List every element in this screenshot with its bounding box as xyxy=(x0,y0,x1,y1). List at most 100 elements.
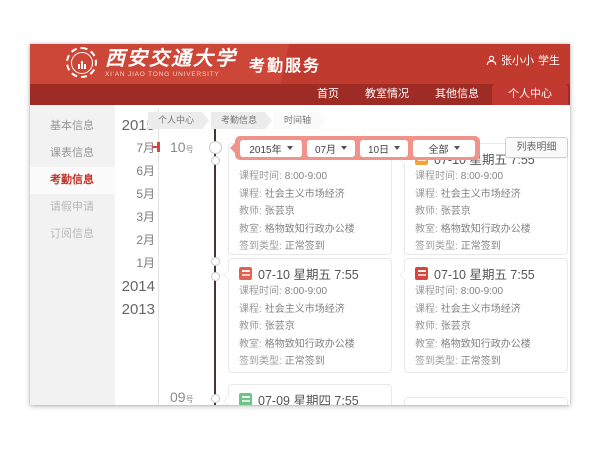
current-month-marker xyxy=(157,142,160,152)
field-value: 张芸京 xyxy=(441,206,471,217)
sidebar: 基本信息 课表信息 考勤信息 请假申请 订阅信息 xyxy=(30,105,115,405)
app-window: 西安交通大学 XI'AN JIAO TONG UNIVERSITY 考勤服务 张… xyxy=(30,44,570,405)
field-label: 教室: xyxy=(415,224,438,235)
field-value: 8:00-9:00 xyxy=(285,171,327,182)
timeline-dot xyxy=(209,141,222,154)
attendance-card[interactable]: 07-10 星期五 7:55 课程时间:8:00-9:00 课程:社会主义市场经… xyxy=(228,258,392,373)
nav-item-personal-center[interactable]: 个人中心 xyxy=(492,84,568,105)
nav-item-other-info[interactable]: 其他信息 xyxy=(422,84,492,105)
university-name: 西安交通大学 xyxy=(105,48,237,70)
field-label: 课程时间: xyxy=(415,171,458,182)
field-label: 课程时间: xyxy=(239,171,282,182)
field-label: 教师: xyxy=(239,206,262,217)
month-select[interactable]: 07月 xyxy=(307,140,355,157)
day-select[interactable]: 10日 xyxy=(360,140,408,157)
axis-month-1[interactable]: 1月 xyxy=(115,252,155,275)
field-value: 8:00-9:00 xyxy=(285,286,327,297)
field-label: 教室: xyxy=(415,339,438,350)
field-label: 课程: xyxy=(239,304,262,315)
attendance-card[interactable]: 07-09 星期四 7:55 xyxy=(228,384,392,405)
axis-month-6[interactable]: 6月 xyxy=(115,160,155,183)
field-label: 课程: xyxy=(239,189,262,200)
field-value: 社会主义市场经济 xyxy=(441,304,521,315)
field-label: 签到类型: xyxy=(239,356,282,367)
axis-year-2013[interactable]: 2013 xyxy=(115,298,155,321)
main-nav: 首页 教室情况 其他信息 个人中心 xyxy=(30,84,570,105)
field-label: 签到类型: xyxy=(239,241,282,252)
year-select[interactable]: 2015年 xyxy=(240,140,302,157)
breadcrumb-personal-center[interactable]: 个人中心 xyxy=(148,112,209,129)
field-value: 正常签到 xyxy=(461,356,501,367)
sidebar-item-subscription-info[interactable]: 订阅信息 xyxy=(30,221,115,248)
axis-month-7[interactable]: 7月 xyxy=(115,137,155,160)
timeline-dot xyxy=(211,257,220,266)
axis-divider xyxy=(158,109,159,405)
field-label: 教师: xyxy=(415,321,438,332)
field-value: 格物致知行政办公楼 xyxy=(441,224,531,235)
app-header: 西安交通大学 XI'AN JIAO TONG UNIVERSITY 考勤服务 张… xyxy=(30,44,570,84)
card-date: 07-10 星期五 7:55 xyxy=(434,264,535,283)
year-select-value: 2015年 xyxy=(249,141,281,156)
user-info[interactable]: 张小小 学生 xyxy=(486,52,560,68)
field-value: 社会主义市场经济 xyxy=(265,189,345,200)
day-select-value: 10日 xyxy=(368,141,389,156)
field-value: 8:00-9:00 xyxy=(461,286,503,297)
timeline-axis: 2015 7月 6月 5月 3月 2月 1月 2014 2013 xyxy=(115,114,155,321)
card-header: 07-10 星期五 7:55 xyxy=(415,264,557,283)
chevron-down-icon xyxy=(454,146,460,150)
nav-item-home[interactable]: 首页 xyxy=(304,84,352,105)
main-panel: 个人中心 考勤信息 时间轴 2015 7月 6月 5月 3月 2月 1月 201… xyxy=(115,105,570,405)
user-role: 学生 xyxy=(538,52,560,68)
university-name-block: 西安交通大学 XI'AN JIAO TONG UNIVERSITY xyxy=(105,48,237,78)
attendance-card[interactable] xyxy=(404,397,568,405)
axis-year-2014[interactable]: 2014 xyxy=(115,275,155,298)
field-label: 教师: xyxy=(239,321,262,332)
card-date: 07-09 星期四 7:55 xyxy=(258,390,359,405)
list-detail-button[interactable]: 列表明细 xyxy=(505,137,568,158)
card-header: 07-10 星期五 7:55 xyxy=(239,264,381,283)
axis-month-3[interactable]: 3月 xyxy=(115,206,155,229)
field-value: 张芸京 xyxy=(441,321,471,332)
field-label: 课程时间: xyxy=(415,286,458,297)
person-icon xyxy=(486,55,497,66)
sidebar-item-leave-request[interactable]: 请假申请 xyxy=(30,194,115,221)
field-label: 课程: xyxy=(415,304,438,315)
field-value: 8:00-9:00 xyxy=(461,171,503,182)
field-label: 签到类型: xyxy=(415,356,458,367)
field-label: 教室: xyxy=(239,224,262,235)
chevron-down-icon xyxy=(341,146,347,150)
axis-month-2[interactable]: 2月 xyxy=(115,229,155,252)
field-label: 课程时间: xyxy=(239,286,282,297)
field-value: 正常签到 xyxy=(461,241,501,252)
timeline-dot xyxy=(211,272,220,281)
breadcrumb-timeline[interactable]: 时间轴 xyxy=(274,112,326,129)
date-filter-bar: 2015年 07月 10日 全部 xyxy=(235,136,480,160)
field-value: 正常签到 xyxy=(285,356,325,367)
field-value: 张芸京 xyxy=(265,321,295,332)
user-name: 张小小 xyxy=(501,52,534,68)
axis-month-5[interactable]: 5月 xyxy=(115,183,155,206)
service-title: 考勤服务 xyxy=(249,52,321,76)
calendar-icon xyxy=(239,393,252,405)
day-label-10: 10号 xyxy=(170,139,208,157)
field-label: 教室: xyxy=(239,339,262,350)
type-select-value: 全部 xyxy=(429,141,449,156)
timeline-dot xyxy=(211,394,220,403)
field-value: 社会主义市场经济 xyxy=(265,304,345,315)
nav-item-classrooms[interactable]: 教室情况 xyxy=(352,84,422,105)
sidebar-item-schedule-info[interactable]: 课表信息 xyxy=(30,140,115,167)
sidebar-item-basic-info[interactable]: 基本信息 xyxy=(30,113,115,140)
chevron-down-icon xyxy=(394,146,400,150)
field-label: 教师: xyxy=(415,206,438,217)
attendance-card[interactable]: 07-10 星期五 7:55 课程时间:8:00-9:00 课程:社会主义市场经… xyxy=(404,258,568,373)
breadcrumb: 个人中心 考勤信息 时间轴 xyxy=(148,112,326,129)
type-select[interactable]: 全部 xyxy=(413,140,475,157)
sidebar-item-attendance-info[interactable]: 考勤信息 xyxy=(30,167,115,194)
field-value: 格物致知行政办公楼 xyxy=(265,339,355,350)
field-label: 课程: xyxy=(415,189,438,200)
brand: 西安交通大学 XI'AN JIAO TONG UNIVERSITY 考勤服务 xyxy=(66,47,321,78)
breadcrumb-attendance-info[interactable]: 考勤信息 xyxy=(211,112,272,129)
field-value: 张芸京 xyxy=(265,206,295,217)
university-logo-icon xyxy=(66,47,97,78)
card-header: 07-09 星期四 7:55 xyxy=(239,390,381,405)
